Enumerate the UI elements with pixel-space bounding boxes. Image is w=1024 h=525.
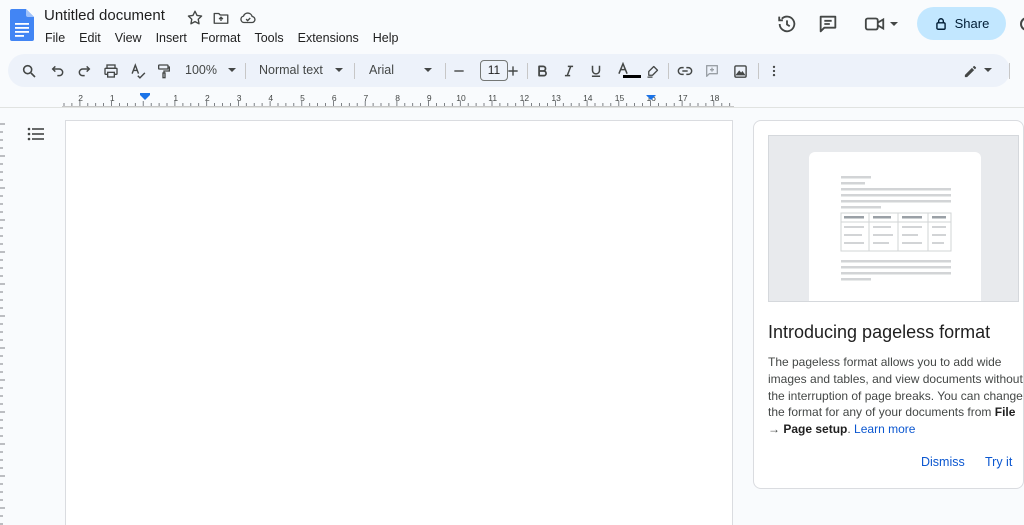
zoom-select[interactable]: 100% — [185, 63, 217, 77]
paragraph-style-select[interactable]: Normal text — [259, 63, 323, 77]
ruler-label: 8 — [395, 93, 400, 103]
toolbar-separator — [668, 63, 669, 79]
formatting-toolbar: 100% Normal text Arial 11 — [8, 54, 1010, 87]
ruler-label: 3 — [237, 93, 242, 103]
document-outline-icon[interactable] — [26, 126, 46, 142]
document-page[interactable] — [65, 120, 733, 525]
card-description: The pageless format allows you to add wi… — [768, 355, 1023, 437]
pageless-format-card: Introducing pageless format The pageless… — [753, 120, 1024, 489]
dismiss-button[interactable]: Dismiss — [921, 455, 965, 469]
toolbar-separator — [354, 63, 355, 79]
underline-icon[interactable] — [587, 62, 605, 80]
italic-icon[interactable] — [560, 62, 578, 80]
zoom-dropdown-icon[interactable] — [228, 68, 236, 72]
decrease-font-size-icon[interactable] — [450, 62, 468, 80]
move-to-folder-icon[interactable] — [212, 9, 230, 27]
vertical-ruler[interactable] — [0, 120, 8, 525]
account-avatar-icon[interactable] — [1017, 13, 1024, 35]
learn-more-link[interactable]: Learn more — [854, 422, 915, 436]
add-comment-icon[interactable] — [703, 62, 721, 80]
ruler-label: 6 — [332, 93, 337, 103]
share-button[interactable]: Share — [917, 7, 1006, 40]
insert-link-icon[interactable] — [676, 62, 694, 80]
increase-font-size-icon[interactable] — [504, 62, 522, 80]
card-title: Introducing pageless format — [768, 322, 991, 342]
ruler-label: 11 — [488, 93, 497, 103]
toolbar-separator — [1009, 63, 1010, 79]
ruler-divider — [0, 107, 1024, 108]
lock-icon — [935, 17, 946, 30]
ruler-label: 18 — [710, 93, 720, 103]
paragraph-style-dropdown-icon[interactable] — [335, 68, 343, 72]
ruler-label: 2 — [205, 93, 210, 103]
share-label: Share — [954, 16, 990, 31]
left-indent-marker[interactable] — [140, 95, 150, 100]
menu-view[interactable]: View — [108, 30, 149, 48]
highlight-color-icon[interactable] — [643, 62, 661, 80]
more-options-icon[interactable] — [765, 62, 783, 80]
try-it-button[interactable]: Try it — [985, 455, 1012, 469]
paint-format-icon[interactable] — [155, 62, 173, 80]
menu-file[interactable]: File — [38, 30, 72, 48]
print-icon[interactable] — [102, 62, 120, 80]
menu-insert[interactable]: Insert — [149, 30, 194, 48]
menu-format[interactable]: Format — [194, 30, 248, 48]
ruler-label: 10 — [456, 93, 466, 103]
ruler-label: 9 — [427, 93, 432, 103]
menu-help[interactable]: Help — [366, 30, 406, 48]
ruler-label: 1 — [173, 93, 178, 103]
redo-icon[interactable] — [75, 62, 93, 80]
editing-mode-icon[interactable] — [961, 62, 979, 80]
ruler-label: 17 — [678, 93, 688, 103]
meet-dropdown-icon[interactable] — [890, 22, 898, 26]
ruler-label: 5 — [300, 93, 305, 103]
ruler-label: 13 — [551, 93, 561, 103]
spelling-grammar-icon[interactable] — [129, 62, 147, 80]
ruler-label: 2 — [78, 93, 83, 103]
ruler-label: 7 — [364, 93, 369, 103]
toolbar-separator — [527, 63, 528, 79]
cloud-saved-icon[interactable] — [239, 9, 257, 27]
ruler-label: 14 — [583, 93, 593, 103]
font-family-dropdown-icon[interactable] — [424, 68, 432, 72]
insert-image-icon[interactable] — [731, 62, 749, 80]
search-menus-icon[interactable] — [20, 62, 38, 80]
google-docs-window: Untitled document File Edit View Insert … — [0, 0, 1024, 525]
version-history-icon[interactable] — [776, 13, 798, 35]
undo-icon[interactable] — [49, 62, 67, 80]
document-title[interactable]: Untitled document — [44, 7, 165, 24]
menu-tools[interactable]: Tools — [247, 30, 290, 48]
docs-logo-icon[interactable] — [10, 9, 34, 41]
text-color-swatch — [623, 75, 641, 78]
toolbar-separator — [445, 63, 446, 79]
star-icon[interactable] — [186, 9, 204, 27]
menu-extensions[interactable]: Extensions — [291, 30, 366, 48]
menu-bar: File Edit View Insert Format Tools Exten… — [38, 30, 406, 48]
comments-icon[interactable] — [817, 13, 839, 35]
toolbar-separator — [245, 63, 246, 79]
font-family-select[interactable]: Arial — [369, 63, 394, 77]
horizontal-ruler[interactable]: 21123456789101112131415161718 — [62, 91, 734, 107]
ruler-label: 15 — [615, 93, 625, 103]
menu-edit[interactable]: Edit — [72, 30, 108, 48]
meet-video-icon[interactable] — [863, 13, 887, 35]
ruler-label: 1 — [110, 93, 115, 103]
editing-mode-dropdown-icon[interactable] — [984, 68, 992, 72]
first-line-indent-marker[interactable] — [140, 93, 150, 95]
pageless-illustration — [768, 135, 1019, 302]
toolbar-separator — [758, 63, 759, 79]
pageless-document-illustration — [809, 152, 981, 301]
bold-icon[interactable] — [533, 62, 551, 80]
ruler-label: 4 — [268, 93, 273, 103]
ruler-label: 12 — [520, 93, 530, 103]
